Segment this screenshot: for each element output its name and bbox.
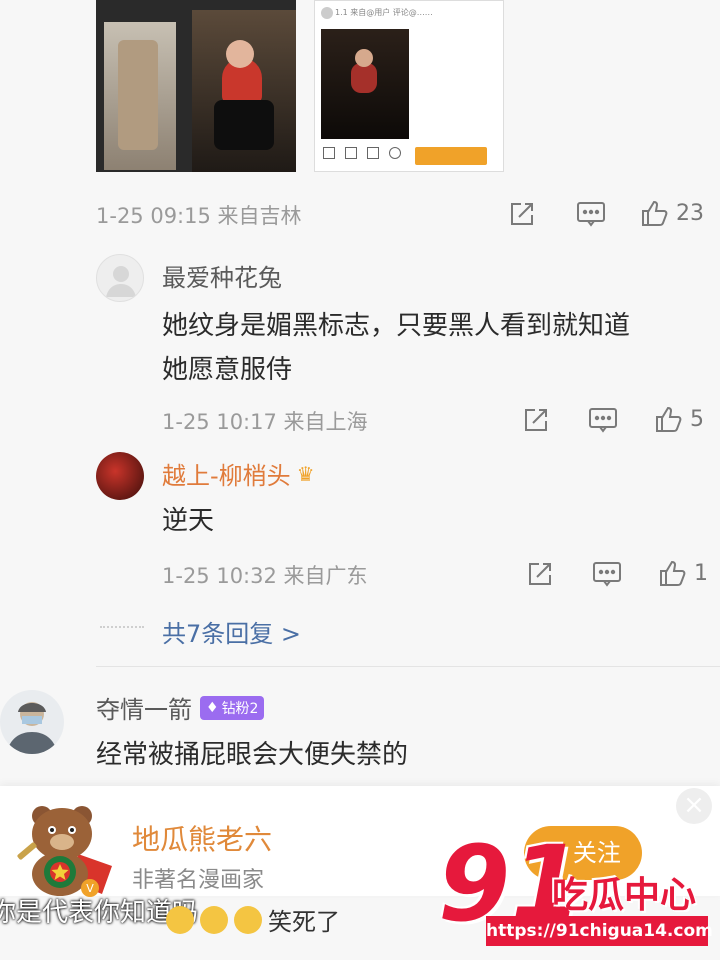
comment-icon[interactable] bbox=[576, 200, 606, 228]
emoji-row: 笑死了 bbox=[166, 902, 340, 937]
reply-username-row: 越上-柳梢头 ♛ bbox=[162, 456, 315, 491]
account-desc: 非著名漫画家 bbox=[132, 868, 265, 893]
reply-text-line: 她愿意服侍 bbox=[162, 355, 293, 385]
bear-mascot-icon: V bbox=[12, 796, 116, 900]
post-image-left[interactable] bbox=[96, 0, 296, 172]
laughing-emoji-icon bbox=[200, 905, 228, 934]
laughing-emoji-icon bbox=[166, 905, 194, 934]
avatar[interactable] bbox=[96, 254, 144, 302]
like-button[interactable]: 5 bbox=[654, 404, 704, 434]
reply-text: 逆天 bbox=[162, 506, 215, 536]
more-replies-dots bbox=[100, 626, 144, 628]
share-icon[interactable] bbox=[522, 406, 550, 434]
laughing-emoji-icon bbox=[234, 905, 262, 934]
like-button[interactable]: 23 bbox=[640, 198, 704, 228]
thumbs-up-icon bbox=[658, 558, 688, 588]
thumbs-up-icon bbox=[640, 198, 670, 228]
thumbs-up-icon bbox=[654, 404, 684, 434]
avatar[interactable] bbox=[96, 452, 144, 500]
reply-username[interactable]: 越上-柳梢头 bbox=[162, 456, 291, 491]
like-button[interactable]: 1 bbox=[658, 558, 708, 588]
crown-icon: ♛ bbox=[296, 461, 315, 486]
account-name[interactable]: 地瓜熊老六 bbox=[132, 818, 272, 858]
post-image-right[interactable]: 1.1 来自@用户 评论@…… bbox=[314, 0, 504, 172]
comment-icon[interactable] bbox=[588, 406, 618, 434]
watermark-brand: 吃瓜中心 bbox=[552, 875, 697, 916]
reply-text: 她纹身是媚黑标志，只要黑人看到就知道 她愿意服侍 bbox=[162, 304, 702, 392]
fan-badge-label: 钻粉2 bbox=[221, 700, 259, 717]
like-count: 23 bbox=[676, 200, 704, 226]
reply-time: 1-25 10:17 来自上海 bbox=[162, 410, 368, 434]
comment-username-row: 夺情一箭 ♦ 钻粉2 bbox=[96, 690, 265, 725]
like-count: 5 bbox=[690, 406, 704, 432]
share-icon[interactable] bbox=[508, 200, 536, 228]
divider bbox=[96, 666, 720, 667]
like-count: 1 bbox=[694, 560, 708, 586]
diamond-icon: ♦ bbox=[206, 699, 219, 716]
close-button[interactable]: × bbox=[676, 788, 712, 824]
close-icon: × bbox=[683, 790, 705, 820]
more-replies-link[interactable]: 共7条回复 > bbox=[162, 614, 301, 649]
comment-text: 经常被捅屁眼会大便失禁的 bbox=[96, 740, 409, 770]
watermark-url: https://91chigua14.com bbox=[486, 916, 713, 946]
share-icon[interactable] bbox=[526, 560, 554, 588]
comment-username[interactable]: 夺情一箭 bbox=[96, 690, 192, 725]
fan-badge: ♦ 钻粉2 bbox=[200, 695, 265, 720]
post-image-caption: 1.1 来自@用户 评论@…… bbox=[335, 8, 433, 17]
reply-username[interactable]: 最爱种花兔 bbox=[162, 258, 282, 293]
comment-icon[interactable] bbox=[592, 560, 622, 588]
post-time: 1-25 09:15 来自吉林 bbox=[96, 204, 302, 228]
avatar[interactable] bbox=[0, 690, 64, 754]
reply-time: 1-25 10:32 来自广东 bbox=[162, 564, 368, 588]
reply-text-line: 她纹身是媚黑标志，只要黑人看到就知道 bbox=[162, 311, 631, 341]
emoji-text: 笑死了 bbox=[268, 908, 340, 936]
